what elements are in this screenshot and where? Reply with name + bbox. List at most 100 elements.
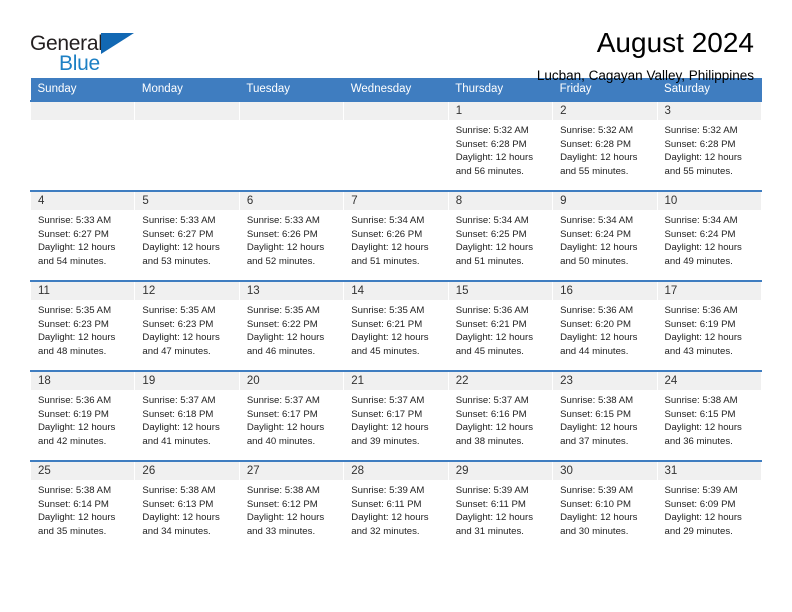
calendar-day-cell[interactable]: 29 Sunrise: 5:39 AM Sunset: 6:11 PM Dayligh… [447,460,554,551]
calendar-day-cell[interactable]: 5 Sunrise: 5:33 AM Sunset: 6:27 PM Daylight… [134,190,240,281]
daylight-text-line2: and 35 minutes. [38,525,107,537]
daylight-text-line2: and 50 minutes. [560,255,629,267]
day-details: Sunrise: 5:35 AM Sunset: 6:22 PM Daylight:… [240,300,343,358]
sunset-text: Sunset: 6:19 PM [38,408,109,420]
sunrise-text: Sunrise: 5:39 AM [351,485,425,496]
sunrise-text: Sunrise: 5:36 AM [455,305,529,316]
calendar-day-cell[interactable]: 6 Sunrise: 5:33 AM Sunset: 6:26 PM Daylight… [238,190,345,281]
daylight-text-line1: Daylight: 12 hours [142,422,220,434]
day-number: 30 [553,462,657,480]
calendar-day-cell[interactable]: 31 Sunrise: 5:39 AM Sunset: 6:09 PM Dayligh… [656,460,763,551]
sunrise-text: Sunrise: 5:34 AM [664,215,738,226]
calendar-day-cell[interactable]: 22 Sunrise: 5:37 AM Sunset: 6:16 PM Dayligh… [447,370,554,461]
day-number: 25 [31,462,135,480]
calendar-day-cell[interactable]: 17 Sunrise: 5:36 AM Sunset: 6:19 PM Dayligh… [656,280,763,371]
day-number: 24 [657,372,761,390]
calendar-day-cell[interactable]: 3 Sunrise: 5:32 AM Sunset: 6:28 PM Daylight… [656,100,763,191]
day-details: Sunrise: 5:38 AM Sunset: 6:12 PM Daylight:… [240,480,343,538]
title-block: August 2024 Lucban, Cagayan Valley, Phil… [160,28,762,84]
sunrise-text: Sunrise: 5:37 AM [142,395,216,406]
day-details: Sunrise: 5:34 AM Sunset: 6:25 PM Daylight:… [449,210,552,268]
daylight-text-line1: Daylight: 12 hours [664,422,742,434]
daylight-text-line1: Daylight: 12 hours [560,242,638,254]
sunrise-text: Sunrise: 5:36 AM [560,305,634,316]
calendar-day-cell[interactable]: 18 Sunrise: 5:36 AM Sunset: 6:19 PM Dayligh… [29,370,136,461]
calendar-day-cell[interactable]: 25 Sunrise: 5:38 AM Sunset: 6:14 PM Dayligh… [29,460,136,551]
calendar-day-cell[interactable]: 4 Sunrise: 5:33 AM Sunset: 6:27 PM Daylight… [29,190,136,281]
day-details: Sunrise: 5:33 AM Sunset: 6:27 PM Daylight:… [31,210,134,268]
calendar-day-cell[interactable]: 2 Sunrise: 5:32 AM Sunset: 6:28 PM Daylight… [552,100,658,191]
calendar-day-cell[interactable]: 19 Sunrise: 5:37 AM Sunset: 6:18 PM Dayligh… [134,370,240,461]
sunrise-text: Sunrise: 5:35 AM [351,305,425,316]
sunrise-text: Sunrise: 5:34 AM [455,215,529,226]
calendar-day-cell[interactable]: 26 Sunrise: 5:38 AM Sunset: 6:13 PM Dayligh… [134,460,240,551]
calendar-day-cell[interactable]: 21 Sunrise: 5:37 AM Sunset: 6:17 PM Dayligh… [343,370,449,461]
sunset-text: Sunset: 6:17 PM [351,408,423,420]
daylight-text-line1: Daylight: 12 hours [560,512,638,524]
sunset-text: Sunset: 6:22 PM [246,318,318,330]
day-details: Sunrise: 5:39 AM Sunset: 6:11 PM Daylight:… [449,480,552,538]
sunrise-text: Sunrise: 5:33 AM [142,215,216,226]
sunrise-text: Sunrise: 5:35 AM [246,305,320,316]
daylight-text-line1: Daylight: 12 hours [455,422,534,434]
calendar-day-cell[interactable]: 9 Sunrise: 5:34 AM Sunset: 6:24 PM Daylight… [552,190,658,281]
sunset-text: Sunset: 6:23 PM [142,318,214,330]
calendar-week-row: 1 Sunrise: 5:32 AM Sunset: 6:28 PM Daylight… [29,100,763,191]
sunset-text: Sunset: 6:28 PM [455,138,527,150]
daylight-text-line1: Daylight: 12 hours [351,512,429,524]
calendar-day-cell[interactable]: 7 Sunrise: 5:34 AM Sunset: 6:26 PM Daylight… [343,190,449,281]
calendar-day-cell[interactable]: 8 Sunrise: 5:34 AM Sunset: 6:25 PM Daylight… [447,190,554,281]
calendar-week-row: 4 Sunrise: 5:33 AM Sunset: 6:27 PM Daylight… [29,190,763,281]
daylight-text-line1: Daylight: 12 hours [664,152,742,164]
calendar-day-cell[interactable]: 13 Sunrise: 5:35 AM Sunset: 6:22 PM Dayligh… [238,280,345,371]
day-number: 21 [344,372,448,390]
day-number [31,102,135,120]
day-number: 5 [135,192,239,210]
sunset-text: Sunset: 6:12 PM [246,498,318,510]
sunset-text: Sunset: 6:14 PM [38,498,109,510]
calendar-day-cell[interactable]: 12 Sunrise: 5:35 AM Sunset: 6:23 PM Dayligh… [134,280,240,371]
daylight-text-line2: and 55 minutes. [560,165,629,177]
day-details: Sunrise: 5:37 AM Sunset: 6:18 PM Daylight:… [135,390,238,448]
day-details: Sunrise: 5:35 AM Sunset: 6:21 PM Daylight:… [344,300,447,358]
calendar-day-cell[interactable]: 27 Sunrise: 5:38 AM Sunset: 6:12 PM Dayligh… [238,460,345,551]
day-details: Sunrise: 5:38 AM Sunset: 6:14 PM Daylight:… [31,480,134,538]
sunset-text: Sunset: 6:10 PM [560,498,632,510]
calendar-day-cell[interactable]: 15 Sunrise: 5:36 AM Sunset: 6:21 PM Dayligh… [447,280,554,371]
day-details: Sunrise: 5:32 AM Sunset: 6:28 PM Daylight:… [553,120,656,178]
day-details: Sunrise: 5:36 AM Sunset: 6:19 PM Daylight:… [31,390,134,448]
sunset-text: Sunset: 6:20 PM [560,318,632,330]
daylight-text-line1: Daylight: 12 hours [246,332,325,344]
day-details: Sunrise: 5:35 AM Sunset: 6:23 PM Daylight:… [135,300,238,358]
sunrise-text: Sunrise: 5:36 AM [664,305,738,316]
calendar-day-cell[interactable]: 11 Sunrise: 5:35 AM Sunset: 6:23 PM Dayligh… [29,280,136,371]
calendar-day-cell[interactable]: 20 Sunrise: 5:37 AM Sunset: 6:17 PM Dayligh… [238,370,345,461]
calendar-cell-empty [29,100,136,191]
calendar-day-cell[interactable]: 24 Sunrise: 5:38 AM Sunset: 6:15 PM Dayligh… [656,370,763,461]
calendar-day-cell[interactable]: 30 Sunrise: 5:39 AM Sunset: 6:10 PM Dayligh… [552,460,658,551]
calendar-day-cell[interactable]: 28 Sunrise: 5:39 AM Sunset: 6:11 PM Dayligh… [343,460,449,551]
calendar-week-row: 11 Sunrise: 5:35 AM Sunset: 6:23 PM Dayligh… [29,280,763,371]
calendar-table: Sunday Monday Tuesday Wednesday Thursday… [29,78,763,551]
calendar-cell-empty [238,100,345,191]
sunset-text: Sunset: 6:28 PM [664,138,736,150]
calendar-day-cell[interactable]: 23 Sunrise: 5:38 AM Sunset: 6:15 PM Dayligh… [552,370,658,461]
calendar-day-cell[interactable]: 1 Sunrise: 5:32 AM Sunset: 6:28 PM Daylight… [447,100,554,191]
calendar-day-cell[interactable]: 16 Sunrise: 5:36 AM Sunset: 6:20 PM Dayligh… [552,280,658,371]
daylight-text-line2: and 51 minutes. [351,255,420,267]
daylight-text-line2: and 56 minutes. [455,165,524,177]
daylight-text-line2: and 46 minutes. [246,345,316,357]
triangle-logo-icon [101,33,134,54]
calendar-day-cell[interactable]: 10 Sunrise: 5:34 AM Sunset: 6:24 PM Dayligh… [656,190,763,281]
sunset-text: Sunset: 6:15 PM [664,408,736,420]
sunrise-text: Sunrise: 5:34 AM [351,215,425,226]
daylight-text-line1: Daylight: 12 hours [38,242,116,254]
day-number: 26 [135,462,239,480]
daylight-text-line1: Daylight: 12 hours [142,242,220,254]
day-number: 4 [31,192,135,210]
brand-logo[interactable]: General Blue [30,28,160,80]
day-details: Sunrise: 5:33 AM Sunset: 6:26 PM Daylight:… [240,210,343,268]
calendar-week-row: 18 Sunrise: 5:36 AM Sunset: 6:19 PM Dayligh… [29,370,763,461]
day-number [239,102,344,120]
calendar-day-cell[interactable]: 14 Sunrise: 5:35 AM Sunset: 6:21 PM Dayligh… [343,280,449,371]
